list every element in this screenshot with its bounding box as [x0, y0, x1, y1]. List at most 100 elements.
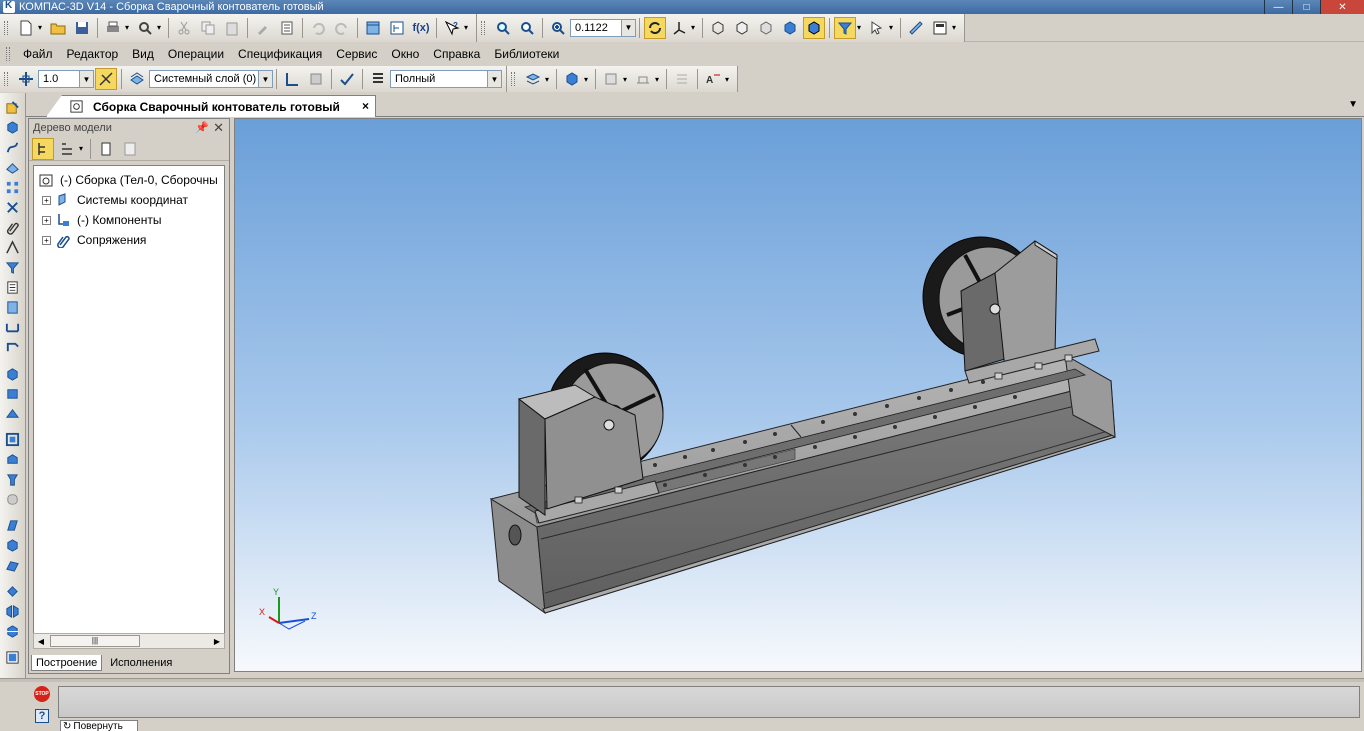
tree-view-mode-button[interactable]: [56, 138, 78, 160]
thin-lines-button[interactable]: [755, 17, 777, 39]
perspective-dropdown-arrow[interactable]: ▾: [584, 75, 592, 84]
mirror-button[interactable]: [4, 602, 22, 620]
menu-service[interactable]: Сервис: [329, 47, 384, 61]
scroll-right-icon[interactable]: ▶: [210, 637, 224, 646]
text-style-button[interactable]: A: [702, 68, 724, 90]
tab-construction[interactable]: Построение: [31, 655, 103, 671]
print-preview-button[interactable]: [134, 17, 156, 39]
tree-view-dropdown-arrow[interactable]: ▾: [79, 144, 87, 153]
cut-revolve-button[interactable]: [4, 450, 22, 468]
measure-3d-button[interactable]: [4, 318, 22, 336]
menu-help[interactable]: Справка: [426, 47, 487, 61]
close-window-button[interactable]: ✕: [1320, 0, 1364, 14]
tree-node-components[interactable]: + (-) Компоненты: [34, 210, 224, 230]
filter-selection-button[interactable]: [834, 16, 856, 39]
designations-dropdown-arrow[interactable]: ▾: [655, 75, 663, 84]
save-button[interactable]: [71, 17, 93, 39]
tree-node-mates[interactable]: + Сопряжения: [34, 230, 224, 250]
print-dropdown-arrow[interactable]: ▾: [125, 23, 133, 32]
chevron-down-icon[interactable]: ▼: [79, 71, 93, 87]
dimensions-button[interactable]: [600, 68, 622, 90]
close-tab-icon[interactable]: ×: [362, 99, 369, 113]
new-document-button[interactable]: [15, 17, 37, 39]
orientation-dropdown-arrow[interactable]: ▾: [691, 23, 699, 32]
expand-plus-icon[interactable]: +: [42, 235, 51, 245]
tree-root-node[interactable]: (-) Сборка (Тел-0, Сборочны: [34, 170, 224, 190]
shaded-edges-button[interactable]: [803, 16, 825, 39]
scroll-left-icon[interactable]: ◀: [34, 637, 48, 646]
help-icon[interactable]: ?: [35, 709, 49, 723]
chevron-down-icon[interactable]: ▼: [258, 71, 272, 87]
boolean-button[interactable]: [4, 582, 22, 600]
section-button[interactable]: [522, 68, 544, 90]
tree-node-coordinate-systems[interactable]: + Системы координат: [34, 190, 224, 210]
menu-libraries[interactable]: Библиотеки: [487, 47, 566, 61]
menu-window[interactable]: Окно: [384, 47, 426, 61]
surfaces-button[interactable]: [4, 158, 22, 176]
undo-button[interactable]: [307, 17, 329, 39]
copy-button[interactable]: [197, 17, 219, 39]
chevron-down-icon[interactable]: ▼: [487, 71, 501, 87]
manager-panel-button[interactable]: [362, 17, 384, 39]
fillet-button[interactable]: [4, 490, 22, 508]
menu-operations[interactable]: Операции: [161, 47, 231, 61]
extrude-button[interactable]: [4, 364, 22, 382]
help-pointer-button[interactable]: ?: [441, 17, 463, 39]
properties-brush-button[interactable]: [252, 17, 274, 39]
document-tab-assembly[interactable]: Сборка Сварочный контователь готовый ×: [46, 95, 376, 117]
3d-viewport[interactable]: Y X Z: [234, 118, 1362, 672]
tab-list-arrow-icon[interactable]: ▼: [1348, 99, 1358, 110]
revolve-button[interactable]: [4, 384, 22, 402]
chevron-down-icon[interactable]: ▼: [621, 19, 635, 36]
menu-editor[interactable]: Редактор: [60, 47, 126, 61]
layer-button[interactable]: [126, 68, 148, 90]
orientation-button[interactable]: [668, 17, 690, 39]
document-properties-button[interactable]: [276, 17, 298, 39]
text-style-dropdown-arrow[interactable]: ▾: [725, 75, 733, 84]
cut-button[interactable]: [173, 17, 195, 39]
check-button[interactable]: [336, 68, 358, 90]
edit-assembly-button[interactable]: [4, 98, 22, 116]
rotate-view-button[interactable]: [644, 16, 666, 39]
menu-view[interactable]: Вид: [125, 47, 161, 61]
zoom-window-button[interactable]: [492, 17, 514, 39]
tree-horizontal-scrollbar[interactable]: ◀ ||| ▶: [33, 633, 225, 649]
reports-button[interactable]: [4, 298, 22, 316]
assembly-3d-model[interactable]: [235, 119, 1362, 672]
variables-fx-button[interactable]: f(x): [410, 17, 432, 39]
toolbar-grip[interactable]: [481, 20, 485, 35]
tree-structure-button[interactable]: [32, 137, 54, 160]
tab-rotate[interactable]: ↻ Повернуть: [60, 720, 138, 731]
expand-plus-icon[interactable]: +: [42, 215, 51, 225]
menu-specification[interactable]: Спецификация: [231, 47, 329, 61]
detail-button[interactable]: [4, 118, 22, 136]
cut-extrude-button[interactable]: [4, 430, 22, 448]
open-button[interactable]: [47, 17, 69, 39]
layer-combo[interactable]: Системный слой (0) ▼: [149, 70, 273, 88]
dimensions-dropdown-arrow[interactable]: ▾: [623, 75, 631, 84]
orthogonal-button[interactable]: [305, 68, 327, 90]
expand-plus-icon[interactable]: +: [42, 195, 51, 205]
section-dropdown-arrow[interactable]: ▾: [545, 75, 553, 84]
filter-dropdown-arrow[interactable]: ▾: [857, 23, 865, 32]
dimensions-3d-button[interactable]: [4, 238, 22, 256]
pin-icon[interactable]: 📌: [195, 121, 209, 134]
print-button[interactable]: [102, 17, 124, 39]
snap-toggle-button[interactable]: [95, 68, 117, 90]
redo-button[interactable]: [331, 17, 353, 39]
library-dropdown-arrow[interactable]: ▾: [952, 23, 960, 32]
arrays-button[interactable]: [4, 178, 22, 196]
select-dropdown-arrow[interactable]: ▾: [889, 23, 897, 32]
tab-executions[interactable]: Исполнения: [106, 655, 177, 671]
cursor-step-combo[interactable]: 1.0 ▼: [38, 70, 94, 88]
toolbar-grip[interactable]: [4, 72, 8, 86]
zoom-in-button[interactable]: [547, 17, 569, 39]
menu-file[interactable]: Файл: [16, 47, 60, 61]
sheet-metal-button[interactable]: [4, 338, 22, 356]
select-objects-button[interactable]: [866, 17, 888, 39]
split-button[interactable]: [4, 622, 22, 640]
designations-button[interactable]: [632, 68, 654, 90]
maximize-button[interactable]: □: [1292, 0, 1320, 14]
minimize-button[interactable]: —: [1264, 0, 1292, 14]
zoom-all-button[interactable]: [516, 17, 538, 39]
